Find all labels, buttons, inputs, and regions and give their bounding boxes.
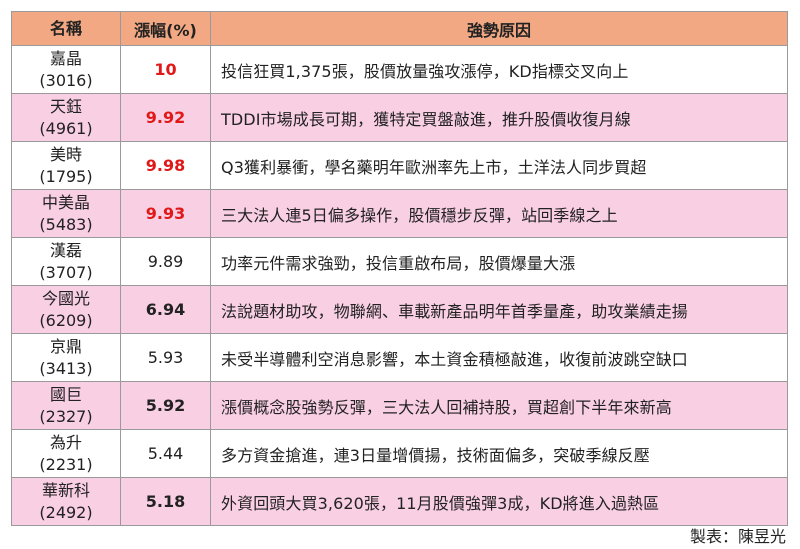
table-row: 嘉晶 (3016) 10 投信狂買1,375張，股價放量強攻漲停，KD指標交叉向上 — [11, 45, 788, 94]
stock-name-cell: 京鼎 (3413) — [11, 333, 121, 382]
stock-code: (3707) — [39, 262, 93, 282]
stock-code: (3016) — [39, 70, 93, 90]
stock-name: 美時 — [49, 144, 82, 164]
reason-text: 多方資金搶進，連3日量增價揚，技術面偏多，突破季線反壓 — [210, 429, 788, 478]
stock-code: (2231) — [39, 454, 93, 474]
stock-code: (4961) — [39, 118, 93, 138]
stock-name: 漢磊 — [49, 240, 82, 260]
change-pct: 5.93 — [120, 333, 211, 382]
stock-name-cell: 今國光 (6209) — [11, 285, 121, 334]
header-pct: 漲幅(%) — [120, 11, 211, 46]
stock-table-container: 名稱 漲幅(%) 強勢原因 嘉晶 (3016) 10 投信狂買1,375張，股價放… — [11, 11, 788, 526]
table-credit: 製表：陳昱光 — [689, 527, 786, 546]
stock-name-cell: 天鈺 (4961) — [11, 93, 121, 142]
table-row: 中美晶 (5483) 9.93 三大法人連5日偏多操作，股價穩步反彈，站回季線之上 — [11, 189, 788, 238]
change-pct: 5.18 — [120, 477, 211, 526]
stock-name: 今國光 — [41, 288, 90, 308]
stock-name: 中美晶 — [41, 192, 90, 212]
reason-text: Q3獲利暴衝，學名藥明年歐洲率先上市，土洋法人同步買超 — [210, 141, 788, 190]
change-pct: 10 — [120, 45, 211, 94]
stock-name-cell: 國巨 (2327) — [11, 381, 121, 430]
change-pct: 9.89 — [120, 237, 211, 286]
reason-text: 功率元件需求強勁，投信重啟布局，股價爆量大漲 — [210, 237, 788, 286]
table-row: 漢磊 (3707) 9.89 功率元件需求強勁，投信重啟布局，股價爆量大漲 — [11, 237, 788, 286]
change-pct: 9.98 — [120, 141, 211, 190]
table-row: 今國光 (6209) 6.94 法說題材助攻，物聯網、車載新產品明年首季量產，助攻… — [11, 285, 788, 334]
stock-name: 國巨 — [49, 384, 82, 404]
stock-name: 為升 — [49, 432, 82, 452]
reason-text: 三大法人連5日偏多操作，股價穩步反彈，站回季線之上 — [210, 189, 788, 238]
stock-name: 天鈺 — [49, 96, 82, 116]
header-reason: 強勢原因 — [210, 11, 788, 46]
stock-code: (1795) — [39, 166, 93, 186]
stock-name-cell: 美時 (1795) — [11, 141, 121, 190]
reason-text: 未受半導體利空消息影響，本土資金積極敲進，收復前波跳空缺口 — [210, 333, 788, 382]
reason-text: 法說題材助攻，物聯網、車載新產品明年首季量產，助攻業績走揚 — [210, 285, 788, 334]
table-row: 為升 (2231) 5.44 多方資金搶進，連3日量增價揚，技術面偏多，突破季線反… — [11, 429, 788, 478]
change-pct: 5.44 — [120, 429, 211, 478]
stock-name-cell: 嘉晶 (3016) — [11, 45, 121, 94]
stock-name: 京鼎 — [49, 336, 82, 356]
change-pct: 9.92 — [120, 93, 211, 142]
table-row: 美時 (1795) 9.98 Q3獲利暴衝，學名藥明年歐洲率先上市，土洋法人同步買… — [11, 141, 788, 190]
stock-code: (3413) — [39, 358, 93, 378]
stock-name: 華新科 — [41, 480, 90, 500]
stock-code: (6209) — [39, 310, 93, 330]
reason-text: 外資回頭大買3,620張，11月股價強彈3成，KD將進入過熱區 — [210, 477, 788, 526]
stock-name-cell: 中美晶 (5483) — [11, 189, 121, 238]
stock-code: (2492) — [39, 502, 93, 522]
stock-name-cell: 為升 (2231) — [11, 429, 121, 478]
stock-name-cell: 漢磊 (3707) — [11, 237, 121, 286]
change-pct: 6.94 — [120, 285, 211, 334]
table-row: 天鈺 (4961) 9.92 TDDI市場成長可期，獲特定買盤敲進，推升股價收復月… — [11, 93, 788, 142]
change-pct: 9.93 — [120, 189, 211, 238]
table-row: 華新科 (2492) 5.18 外資回頭大買3,620張，11月股價強彈3成，KD… — [11, 477, 788, 526]
stock-code: (5483) — [39, 214, 93, 234]
header-row: 名稱 漲幅(%) 強勢原因 — [11, 11, 788, 46]
header-name: 名稱 — [11, 11, 121, 46]
reason-text: 漲價概念股強勢反彈，三大法人回補持股，買超創下半年來新高 — [210, 381, 788, 430]
stock-name-cell: 華新科 (2492) — [11, 477, 121, 526]
stock-name: 嘉晶 — [49, 48, 82, 68]
reason-text: TDDI市場成長可期，獲特定買盤敲進，推升股價收復月線 — [210, 93, 788, 142]
table-row: 京鼎 (3413) 5.93 未受半導體利空消息影響，本土資金積極敲進，收復前波跳… — [11, 333, 788, 382]
stock-code: (2327) — [39, 406, 93, 426]
change-pct: 5.92 — [120, 381, 211, 430]
reason-text: 投信狂買1,375張，股價放量強攻漲停，KD指標交叉向上 — [210, 45, 788, 94]
stock-table: 名稱 漲幅(%) 強勢原因 嘉晶 (3016) 10 投信狂買1,375張，股價放… — [11, 11, 788, 526]
table-row: 國巨 (2327) 5.92 漲價概念股強勢反彈，三大法人回補持股，買超創下半年來… — [11, 381, 788, 430]
